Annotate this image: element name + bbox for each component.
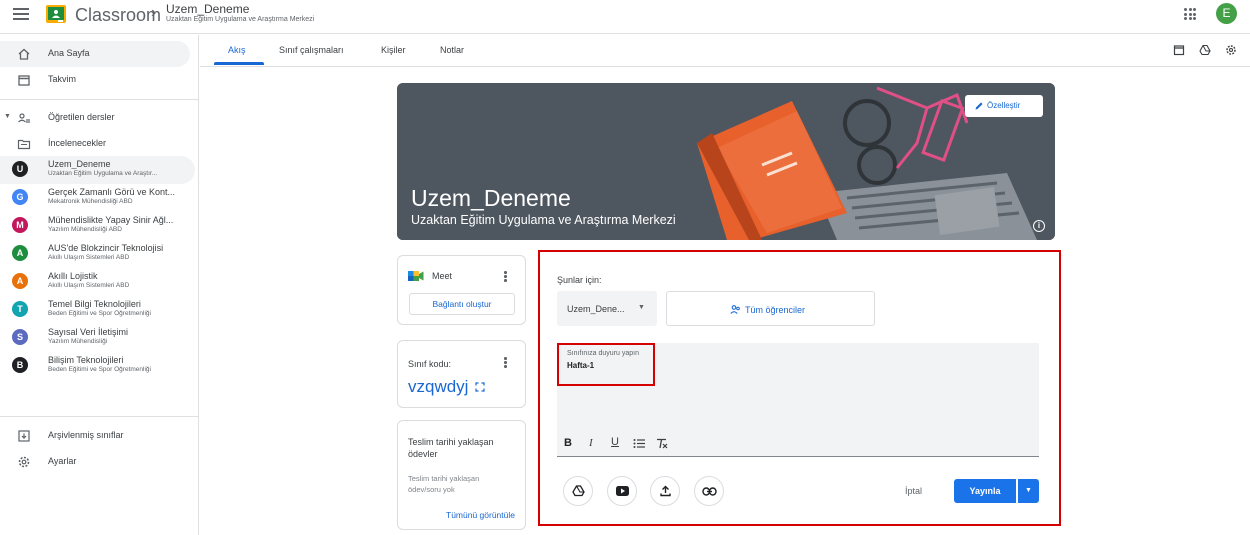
class-name: Uzem_Deneme: [48, 159, 111, 169]
main-menu-icon[interactable]: [13, 8, 29, 22]
sidebar-class-item[interactable]: A Akıllı Lojistik Akıllı Ulaşım Sistemleri…: [0, 268, 195, 296]
archive-icon: [18, 430, 30, 442]
gear-icon[interactable]: [1225, 44, 1237, 56]
sidebar-item-label: İncelenecekler: [48, 138, 107, 148]
sidebar-item-label: Ana Sayfa: [48, 48, 90, 58]
home-icon: [18, 48, 30, 60]
highlight-frame-composer: [538, 250, 1061, 526]
class-section: Yazılım Mühendisliği ABD: [48, 226, 122, 233]
sidebar-item-archived[interactable]: Arşivlenmiş sınıflar: [0, 423, 190, 449]
sidebar-item-label: Ayarlar: [48, 456, 77, 466]
class-section: Yazılım Mühendisliği: [48, 338, 108, 345]
class-name: AUS'de Blokzincir Teknolojisi: [48, 243, 164, 253]
class-avatar: T: [12, 301, 28, 317]
class-avatar: U: [12, 161, 28, 177]
meet-card: Meet Bağlantı oluştur: [397, 255, 526, 325]
class-section: Mekatronik Mühendisliği ABD: [48, 198, 133, 205]
account-avatar[interactable]: E: [1216, 3, 1237, 24]
breadcrumb-course-name[interactable]: Uzem_Deneme: [166, 2, 249, 16]
drive-folder-icon[interactable]: [1199, 44, 1211, 56]
breadcrumb-chevron-icon: ›: [151, 4, 157, 21]
expand-arrow-icon[interactable]: ▼: [4, 113, 11, 120]
sidebar-divider: [0, 99, 199, 100]
sidebar: Ana Sayfa Takvim ▼ Öğretilen dersler İnc…: [0, 35, 199, 535]
calendar-icon: [18, 75, 30, 86]
sidebar-class-item[interactable]: U Uzem_Deneme Uzaktan Eğitim Uygulama ve A…: [0, 156, 195, 184]
tab-classwork[interactable]: Sınıf çalışmaları: [279, 45, 344, 55]
class-section: Beden Eğitimi ve Spor Öğretmenliği: [48, 366, 151, 373]
sidebar-item-to-review[interactable]: İncelenecekler: [0, 131, 190, 157]
breadcrumb-course-subtitle: Uzaktan Eğitim Uygulama ve Araştırma Mer…: [166, 16, 315, 23]
sidebar-item-calendar[interactable]: Takvim: [0, 67, 190, 93]
tab-people[interactable]: Kişiler: [381, 45, 406, 55]
sidebar-class-item[interactable]: A AUS'de Blokzincir Teknolojisi Akıllı Ula…: [0, 240, 195, 268]
pencil-icon: [975, 102, 983, 110]
app-title[interactable]: Classroom: [75, 5, 161, 26]
class-name: Gerçek Zamanlı Görü ve Kont...: [48, 187, 176, 197]
sidebar-item-label: Takvim: [48, 74, 77, 84]
sidebar-item-home[interactable]: Ana Sayfa: [0, 41, 190, 67]
top-app-bar: Classroom › Uzem_Deneme Uzaktan Eğitim U…: [0, 0, 1250, 34]
banner-course-subtitle: Uzaktan Eğitim Uygulama ve Araştırma Mer…: [411, 213, 676, 227]
classroom-logo-icon[interactable]: [45, 3, 67, 25]
more-options-icon[interactable]: [504, 357, 510, 369]
meet-label: Meet: [432, 271, 453, 281]
more-options-icon[interactable]: [504, 271, 510, 283]
highlight-frame-text-field: [557, 343, 655, 386]
info-icon[interactable]: i: [1033, 220, 1045, 232]
class-avatar: B: [12, 357, 28, 373]
upcoming-work-card: Teslim tarihi yaklaşan ödevler Teslim ta…: [397, 420, 526, 530]
view-all-link[interactable]: Tümünü görüntüle: [446, 510, 515, 520]
class-avatar: S: [12, 329, 28, 345]
sidebar-class-item[interactable]: M Mühendislikte Yapay Sinir Ağl... Yazılım…: [0, 212, 195, 240]
people-icon: [18, 113, 30, 123]
sidebar-class-item[interactable]: S Sayısal Veri İletişimi Yazılım Mühendisl…: [0, 324, 195, 352]
calendar-icon[interactable]: [1173, 44, 1185, 56]
upcoming-empty-text: Teslim tarihi yaklaşan ödev/soru yok: [408, 474, 480, 494]
folder-icon: [17, 139, 31, 150]
sidebar-class-item[interactable]: B Bilişim Teknolojileri Beden Eğitimi ve S…: [0, 352, 195, 380]
sidebar-item-label: Öğretilen dersler: [48, 112, 115, 122]
course-banner: Özelleştir Uzem_Deneme Uzaktan Eğitim Uy…: [397, 83, 1055, 240]
class-avatar: A: [12, 245, 28, 261]
create-meet-link-button[interactable]: Bağlantı oluştur: [409, 293, 515, 315]
banner-course-title: Uzem_Deneme: [411, 185, 571, 211]
upcoming-title: Teslim tarihi yaklaşan ödevler: [408, 437, 494, 459]
class-name: Mühendislikte Yapay Sinir Ağl...: [48, 215, 174, 225]
course-tabs: Akış Sınıf çalışmaları Kişiler Notlar: [200, 35, 1250, 67]
sidebar-item-label: Arşivlenmiş sınıflar: [48, 430, 124, 440]
class-avatar: A: [12, 273, 28, 289]
tab-stream[interactable]: Akış: [228, 45, 246, 55]
fullscreen-icon[interactable]: [475, 382, 485, 392]
class-name: Sayısal Veri İletişimi: [48, 327, 129, 337]
tab-grades[interactable]: Notlar: [440, 45, 464, 55]
class-name: Akıllı Lojistik: [48, 271, 98, 281]
sidebar-item-settings[interactable]: Ayarlar: [0, 449, 190, 475]
class-section: Akıllı Ulaşım Sistemleri ABD: [48, 254, 130, 261]
class-section: Beden Eğitimi ve Spor Öğretmenliği: [48, 310, 151, 317]
class-section: Uzaktan Eğitim Uygulama ve Araştır...: [48, 170, 158, 177]
class-section: Akıllı Ulaşım Sistemleri ABD: [48, 282, 130, 289]
class-name: Temel Bilgi Teknolojileri: [48, 299, 141, 309]
sidebar-class-item[interactable]: G Gerçek Zamanlı Görü ve Kont... Mekatroni…: [0, 184, 195, 212]
sidebar-class-item[interactable]: T Temel Bilgi Teknolojileri Beden Eğitimi …: [0, 296, 195, 324]
class-code-value: vzqwdyj: [408, 377, 469, 396]
active-tab-indicator: [214, 62, 264, 65]
class-avatar: M: [12, 217, 28, 233]
sidebar-item-teaching[interactable]: ▼ Öğretilen dersler: [0, 105, 190, 131]
customize-label: Özelleştir: [987, 101, 1021, 110]
class-code-label: Sınıf kodu:: [408, 359, 452, 369]
meet-icon: [408, 271, 424, 281]
customize-button[interactable]: Özelleştir: [965, 95, 1043, 117]
class-avatar: G: [12, 189, 28, 205]
class-name: Bilişim Teknolojileri: [48, 355, 124, 365]
google-apps-icon[interactable]: [1184, 8, 1196, 20]
gear-icon: [18, 456, 30, 468]
class-code-card: Sınıf kodu: vzqwdyj: [397, 340, 526, 408]
sidebar-divider: [0, 416, 199, 417]
